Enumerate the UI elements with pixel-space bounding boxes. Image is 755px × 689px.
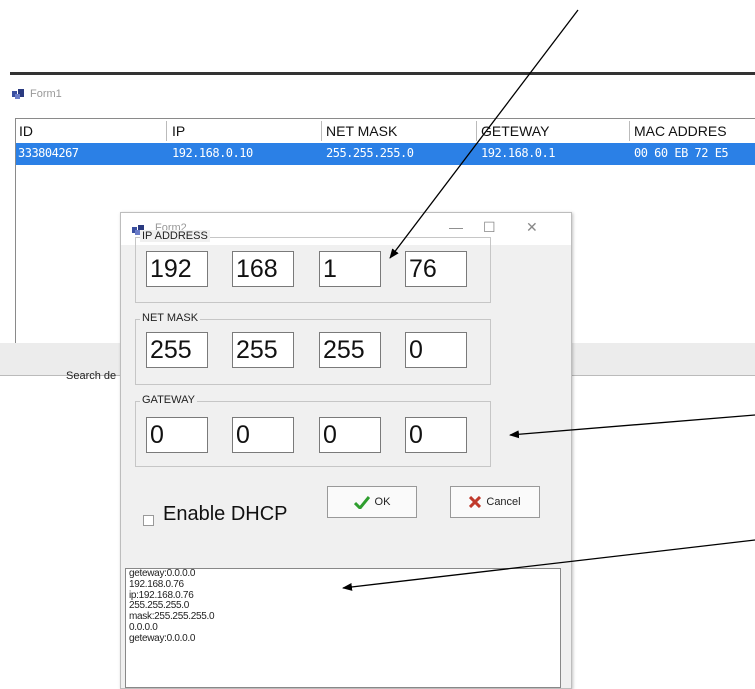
column-header-mac[interactable]: MAC ADDRES (631, 121, 727, 141)
column-header-net-mask[interactable]: NET MASK (323, 121, 397, 141)
gateway-octet-2[interactable]: 0 (232, 417, 294, 453)
cell-mac: 00 60 EB 72 E5 (634, 146, 729, 160)
cell-id: 333804267 (18, 146, 79, 160)
search-devices-button[interactable]: Search de (66, 370, 116, 382)
net-mask-group: NET MASK 255 255 255 0 (135, 312, 491, 385)
column-header-gateway[interactable]: GETEWAY (478, 121, 549, 141)
log-line: mask:255.255.255.0 (129, 611, 215, 623)
mask-octet-2[interactable]: 255 (232, 332, 294, 368)
ip-address-label: IP ADDRESS (140, 230, 210, 242)
cell-ip: 192.168.0.10 (172, 146, 253, 160)
cell-gateway: 192.168.0.1 (481, 146, 555, 160)
column-header-ip[interactable]: IP (169, 121, 185, 141)
form1-title: Form1 (30, 88, 62, 100)
log-line: ip:192.168.0.76 (129, 589, 194, 601)
net-mask-label: NET MASK (140, 312, 201, 324)
log-line: geteway:0.0.0.0 (129, 568, 196, 579)
minimize-icon[interactable]: — (449, 219, 463, 235)
mask-octet-1[interactable]: 255 (146, 332, 208, 368)
mask-octet-3[interactable]: 255 (319, 332, 381, 368)
cancel-button[interactable]: Cancel (450, 486, 540, 518)
close-icon[interactable]: ✕ (526, 219, 538, 236)
gateway-label: GATEWAY (140, 394, 197, 406)
checkmark-icon (353, 495, 370, 509)
gateway-octet-3[interactable]: 0 (319, 417, 381, 453)
ok-button[interactable]: OK (327, 486, 417, 518)
cancel-button-label: Cancel (486, 496, 521, 508)
log-line: 192.168.0.76 (129, 578, 184, 590)
ok-button-label: OK (374, 496, 391, 508)
log-line: geteway:0.0.0.0 (129, 632, 196, 644)
ip-octet-4[interactable]: 76 (405, 251, 467, 287)
log-textarea[interactable]: geteway:0.0.0.0 192.168.0.76 ip:192.168.… (125, 568, 561, 688)
ip-octet-3[interactable]: 1 (319, 251, 381, 287)
column-header-id[interactable]: ID (16, 121, 33, 141)
enable-dhcp-label[interactable]: Enable DHCP (163, 503, 288, 526)
gateway-octet-4[interactable]: 0 (405, 417, 467, 453)
app-icon (12, 86, 24, 104)
gateway-octet-1[interactable]: 0 (146, 417, 208, 453)
enable-dhcp-checkbox[interactable] (143, 515, 154, 526)
ip-address-group: IP ADDRESS 192 168 1 76 (135, 230, 491, 303)
maximize-icon[interactable]: ☐ (483, 219, 496, 236)
cancel-x-icon (469, 496, 482, 508)
gateway-group: GATEWAY 0 0 0 0 (135, 394, 491, 467)
ip-octet-2[interactable]: 168 (232, 251, 294, 287)
mask-octet-4[interactable]: 0 (405, 332, 467, 368)
cell-net-mask: 255.255.255.0 (326, 146, 414, 160)
ip-octet-1[interactable]: 192 (146, 251, 208, 287)
form1-top-border (10, 72, 755, 75)
form2-window: Form2 — ☐ ✕ IP ADDRESS 192 168 1 76 NET … (120, 212, 572, 689)
